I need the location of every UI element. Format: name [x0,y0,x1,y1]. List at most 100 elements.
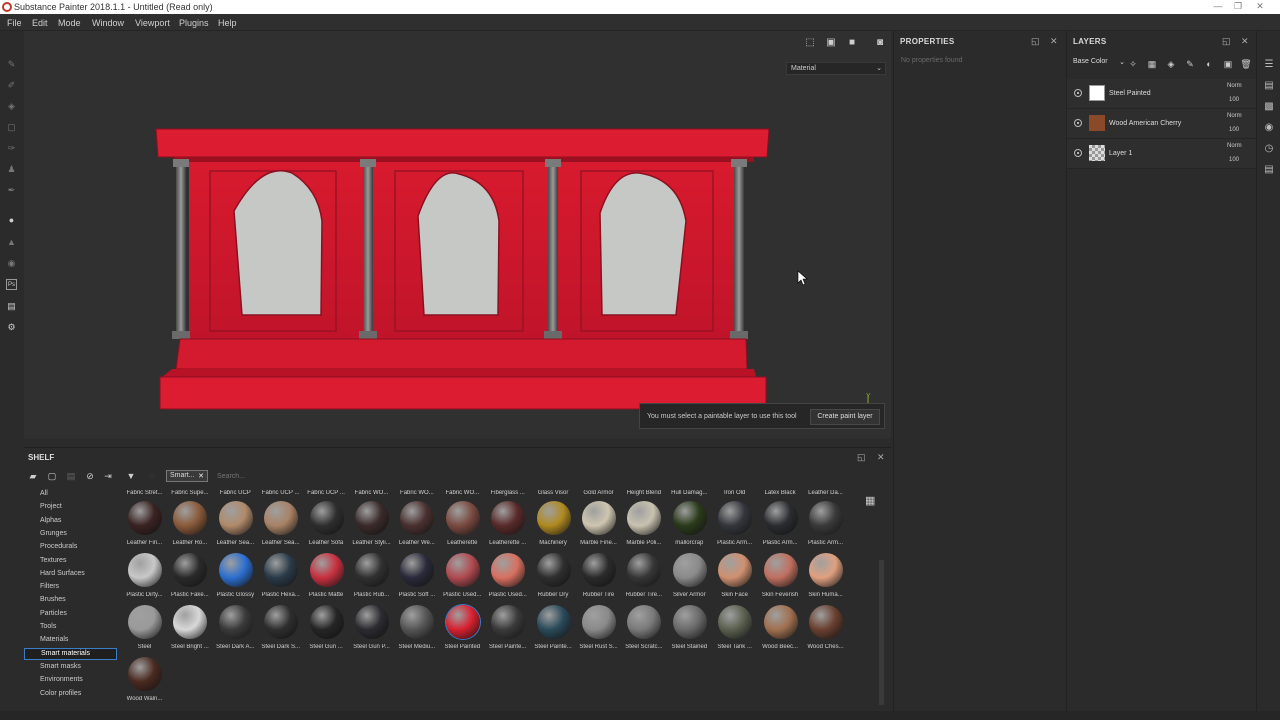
shelf-asset-item[interactable]: Steel Painte... [531,603,576,655]
shelf-asset-item[interactable]: Steel Painted [440,603,485,655]
log-icon[interactable]: ▤ [1263,164,1275,176]
shelf-category-color-profiles[interactable]: Color profiles [40,690,81,697]
new-folder-icon[interactable]: ▣ [1222,58,1234,70]
menu-plugins[interactable]: Plugins [179,18,209,28]
shelf-search-input[interactable] [212,470,872,482]
shelf-asset-item[interactable]: Steel Dark S... [258,603,303,655]
shelf-asset-item[interactable]: Plastic Matte [304,551,349,603]
shelf-asset-item[interactable]: Fabric UCP ... [304,488,349,498]
shelf-category-environments[interactable]: Environments [40,676,83,683]
shelf-asset-item[interactable]: Fabric UCP ... [258,488,303,498]
menu-help[interactable]: Help [218,18,237,28]
close-icon[interactable]: ✕ [877,452,885,463]
shelf-asset-item[interactable]: Plastic Hexa... [258,551,303,603]
photoshop-export-icon[interactable]: Ps [6,279,17,290]
shelf-asset-item[interactable]: Skin Huma... [803,551,848,603]
shelf-asset-item[interactable]: Leather Sea... [258,499,303,551]
menu-file[interactable]: File [7,18,22,28]
trash-icon[interactable]: ▤ [65,470,77,482]
shelf-asset-item[interactable]: Fabric WO... [394,488,439,498]
shelf-asset-item[interactable]: Rubber Tire... [621,551,666,603]
shelf-asset-item[interactable]: Machinery [531,499,576,551]
menu-edit[interactable]: Edit [32,18,48,28]
shelf-asset-item[interactable]: Leatherette ... [485,499,530,551]
shelf-category-materials[interactable]: Materials [40,636,68,643]
shelf-category-smart-masks[interactable]: Smart masks [40,663,81,670]
shelf-category-filters[interactable]: Filters [40,583,59,590]
shelf-asset-item[interactable]: Rubber Dry [531,551,576,603]
remove-tag-icon[interactable]: ✕ [198,472,204,480]
shelf-asset-item[interactable]: Fiberglass ... [485,488,530,498]
shelf-asset-item[interactable]: Plastic Arm... [712,499,757,551]
refresh-icon[interactable]: ◌ [146,470,158,482]
shelf-asset-item[interactable]: Marble Fine... [576,499,621,551]
light-icon[interactable]: ▲ [6,237,17,248]
shelf-asset-item[interactable]: Leather Styli... [349,499,394,551]
maximize-icon[interactable]: ❐ [1230,1,1246,12]
shelf-asset-item[interactable]: Gold Armor [576,488,621,498]
menu-viewport[interactable]: Viewport [135,18,170,28]
polygon-fill-icon[interactable]: ▢ [6,122,17,133]
undock-icon[interactable]: ◱ [1031,36,1040,47]
shelf-asset-item[interactable]: Glass Visor [531,488,576,498]
layer-item[interactable]: Steel Painted Norm 100 [1067,79,1257,109]
shelf-asset-item[interactable]: Plastic Soft ... [394,551,439,603]
shelf-asset-item[interactable]: Marble Poli... [621,499,666,551]
texture-set-icon[interactable]: ▤ [1263,80,1275,92]
layer-opacity[interactable]: 100 [1229,157,1239,163]
add-folder-icon[interactable]: ◐ [1203,58,1215,70]
shelf-category-grunges[interactable]: Grunges [40,530,67,537]
3d-viewport[interactable]: ⬚ ▣ ■ ◙ Material ⌄ Y You must select a p… [24,31,891,439]
add-fill-layer-icon[interactable]: ◈ [1165,58,1177,70]
shelf-asset-item[interactable]: Leather Da... [803,488,848,498]
shelf-asset-item[interactable]: Steel Mediu... [394,603,439,655]
shelf-asset-item[interactable]: Plastic Arm... [803,499,848,551]
shelf-asset-item[interactable]: Steel Painte... [485,603,530,655]
shelf-asset-item[interactable]: Rubber Tire [576,551,621,603]
shelf-category-textures[interactable]: Textures [40,557,66,564]
shelf-asset-item[interactable]: Steel Scratc... [621,603,666,655]
shelf-asset-item[interactable]: Fabric UCP [213,488,258,498]
shelf-asset-item[interactable]: Plastic Glossy [213,551,258,603]
shelf-asset-item[interactable]: mallorcrap [667,499,712,551]
shelf-asset-item[interactable]: Steel Rust S... [576,603,621,655]
shelf-asset-item[interactable]: Leather Sea... [213,499,258,551]
shelf-asset-item[interactable]: Latex Black [758,488,803,498]
shelf-asset-item[interactable]: Steel Stained [667,603,712,655]
shelf-category-tools[interactable]: Tools [40,623,56,630]
shelf-category-all[interactable]: All [40,490,48,497]
add-mask-icon[interactable]: ▦ [1146,58,1158,70]
blend-mode[interactable]: Norm [1227,143,1242,149]
close-icon[interactable]: ✕ [1050,36,1058,47]
shelf-category-alphas[interactable]: Alphas [40,517,61,524]
shelf-category-project[interactable]: Project [40,503,62,510]
blend-mode[interactable]: Norm [1227,83,1242,89]
create-paint-layer-button[interactable]: Create paint layer [810,409,880,425]
layers-tab-icon[interactable]: ☰ [1263,59,1275,71]
shelf-asset-item[interactable]: Leather Fin... [122,499,167,551]
shelf-asset-item[interactable]: Wood Ches... [803,603,848,655]
visibility-eye-icon[interactable] [1074,119,1082,127]
close-window-icon[interactable]: ✕ [1252,1,1268,12]
shelf-asset-item[interactable]: Plastic Used... [440,551,485,603]
shelf-asset-item[interactable]: Iron Old [712,488,757,498]
shelf-asset-item[interactable]: Skin Face [712,551,757,603]
shelf-asset-item[interactable]: Wood Waln... [122,655,167,707]
paint-brush-icon[interactable]: ✎ [6,59,17,70]
shelf-asset-item[interactable]: Silver Armor [667,551,712,603]
add-effect-icon[interactable]: ✧ [1127,58,1139,70]
shelf-asset-item[interactable]: Steel Tank ... [712,603,757,655]
shader-settings-icon[interactable]: ◉ [1263,122,1275,134]
channel-select[interactable]: Base Color ⌄ [1073,58,1125,71]
render-icon[interactable]: ◉ [6,258,17,269]
shelf-asset-item[interactable]: Plastic Arm... [758,499,803,551]
eraser-icon[interactable]: ✐ [6,80,17,91]
minimize-icon[interactable]: — [1210,1,1226,12]
undock-icon[interactable]: ◱ [1222,36,1231,47]
shelf-asset-item[interactable]: Wood Beec... [758,603,803,655]
display-settings-icon[interactable]: ▩ [1263,101,1275,113]
color-picker-icon[interactable]: ✒ [6,185,17,196]
history-icon[interactable]: ◷ [1263,143,1275,155]
shelf-asset-item[interactable]: Hull Damag... [667,488,712,498]
shelf-category-smart-materials[interactable]: Smart materials [24,647,117,660]
